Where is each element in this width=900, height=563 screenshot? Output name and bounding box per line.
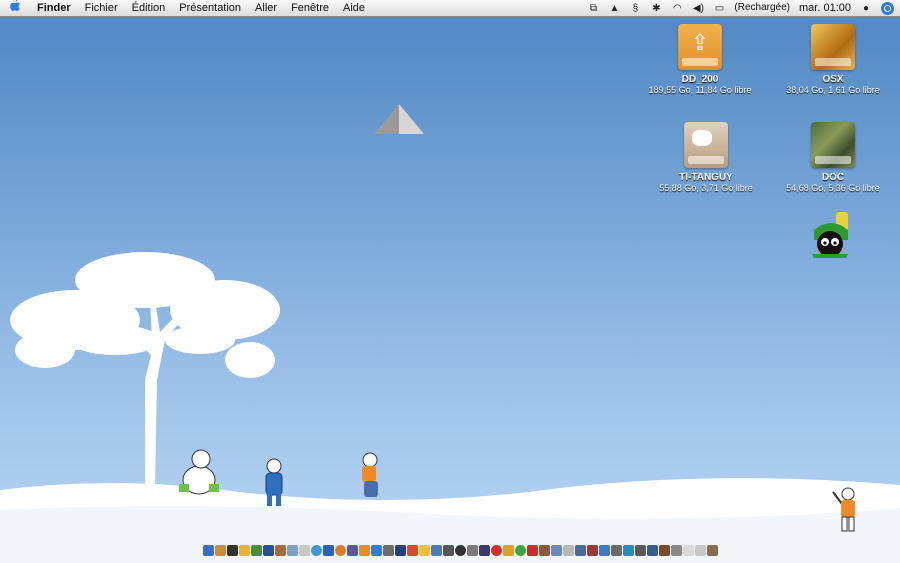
waving-figure: [832, 487, 855, 532]
dock-app-icon[interactable]: [299, 545, 310, 556]
cap-icon[interactable]: ▲: [608, 3, 620, 14]
menu-extras: ⧉ ▲ § ✱ ◠ ◀) ▭ (Rechargée) mar. 01:00 ●: [587, 0, 900, 16]
dock-skype-icon[interactable]: [311, 545, 322, 556]
dock: [203, 545, 718, 561]
battery-status[interactable]: (Rechargée): [734, 0, 790, 16]
drive-info: 38,04 Go, 1,61 Go libre: [786, 85, 880, 95]
dock-app-icon[interactable]: [431, 545, 442, 556]
dock-app-icon[interactable]: [407, 545, 418, 556]
dock-app-icon[interactable]: [323, 545, 334, 556]
dock-app-icon[interactable]: [467, 545, 478, 556]
dock-documents-icon[interactable]: [683, 545, 694, 556]
dock-app-icon[interactable]: [443, 545, 454, 556]
dock-app-icon[interactable]: [611, 545, 622, 556]
dock-app-icon[interactable]: [455, 545, 466, 556]
battery-icon[interactable]: ▭: [713, 3, 725, 14]
dock-app-icon[interactable]: [251, 545, 262, 556]
drive-info: 55,88 Go, 3,71 Go libre: [659, 183, 753, 193]
marvin-icon[interactable]: [806, 210, 856, 260]
tree-illustration: [10, 252, 280, 490]
apple-menu-icon[interactable]: [0, 0, 30, 17]
volume-icon[interactable]: ◀): [692, 3, 704, 14]
dock-app-icon[interactable]: [371, 545, 382, 556]
menu-bar: Finder Fichier Édition Présentation Alle…: [0, 0, 900, 17]
dock-app-icon[interactable]: [287, 545, 298, 556]
dock-app-icon[interactable]: [635, 545, 646, 556]
dock-app-icon[interactable]: [515, 545, 526, 556]
pyramid-icon[interactable]: [374, 104, 424, 134]
dock-app-icon[interactable]: [599, 545, 610, 556]
dock-vlc-icon[interactable]: [359, 545, 370, 556]
menu-aller[interactable]: Aller: [248, 0, 284, 16]
spotlight-icon[interactable]: [881, 1, 894, 15]
drive-doc[interactable]: DOC 54,68 Go, 5,36 Go libre: [773, 122, 893, 193]
wifi-icon[interactable]: ◠: [671, 3, 683, 14]
menu-fichier[interactable]: Fichier: [78, 0, 125, 16]
dock-app-icon[interactable]: [503, 545, 514, 556]
dock-app-icon[interactable]: [563, 545, 574, 556]
bluetooth-icon[interactable]: ✱: [650, 3, 662, 14]
dock-folder-icon[interactable]: [215, 545, 226, 556]
dock-app-icon[interactable]: [671, 545, 682, 556]
dock-app-icon[interactable]: [647, 545, 658, 556]
script-icon[interactable]: §: [629, 3, 641, 14]
drive-ti-tanguy[interactable]: TI-TANGUY 55,88 Go, 3,71 Go libre: [646, 122, 766, 193]
drive-name: DD_200: [681, 74, 719, 85]
menu-aide[interactable]: Aide: [336, 0, 372, 16]
menu-fenetre[interactable]: Fenêtre: [284, 0, 336, 16]
drive-osx[interactable]: OSX 38,04 Go, 1,61 Go libre: [773, 24, 893, 95]
drive-info: 54,68 Go, 5,36 Go libre: [786, 183, 880, 193]
dock-app-icon[interactable]: [395, 545, 406, 556]
dock-app-icon[interactable]: [587, 545, 598, 556]
dock-trash-icon[interactable]: [707, 545, 718, 556]
dock-app-icon[interactable]: [347, 545, 358, 556]
orange-figure: [362, 452, 378, 497]
snowman-figure: [179, 449, 219, 495]
drive-name: OSX: [822, 74, 844, 85]
dock-app-icon[interactable]: [659, 545, 670, 556]
camouflage-drive-icon: [811, 122, 855, 168]
dock-app-icon[interactable]: [383, 545, 394, 556]
dock-app-icon[interactable]: [551, 545, 562, 556]
dock-downloads-icon[interactable]: [695, 545, 706, 556]
blue-figure: [265, 458, 283, 506]
dock-app-icon[interactable]: [623, 545, 634, 556]
dock-app-icon[interactable]: [239, 545, 250, 556]
dock-app-icon[interactable]: [227, 545, 238, 556]
menu-edition[interactable]: Édition: [125, 0, 173, 16]
drive-info: 189,55 Go, 11,84 Go libre: [648, 85, 752, 95]
dock-app-icon[interactable]: [491, 545, 502, 556]
dock-app-icon[interactable]: [275, 545, 286, 556]
dock-app-icon[interactable]: [479, 545, 490, 556]
drive-name: TI-TANGUY: [679, 172, 733, 183]
menu-presentation[interactable]: Présentation: [172, 0, 248, 16]
external-drive-icon: [684, 122, 728, 168]
dock-firefox-icon[interactable]: [335, 545, 346, 556]
dock-app-icon[interactable]: [419, 545, 430, 556]
drive-dd-200[interactable]: DD_200 189,55 Go, 11,84 Go libre: [640, 24, 760, 95]
dock-app-icon[interactable]: [263, 545, 274, 556]
menu-finder[interactable]: Finder: [30, 0, 78, 16]
dock-app-icon[interactable]: [527, 545, 538, 556]
user-icon[interactable]: ●: [860, 3, 872, 14]
dock-app-icon[interactable]: [539, 545, 550, 556]
menu-clock[interactable]: mar. 01:00: [799, 0, 851, 16]
internal-drive-icon: [811, 24, 855, 70]
dock-app-icon[interactable]: [575, 545, 586, 556]
spaces-icon[interactable]: ⧉: [587, 3, 599, 14]
usb-drive-icon: [678, 24, 722, 70]
dock-finder-icon[interactable]: [203, 545, 214, 556]
drive-name: DOC: [821, 172, 845, 183]
